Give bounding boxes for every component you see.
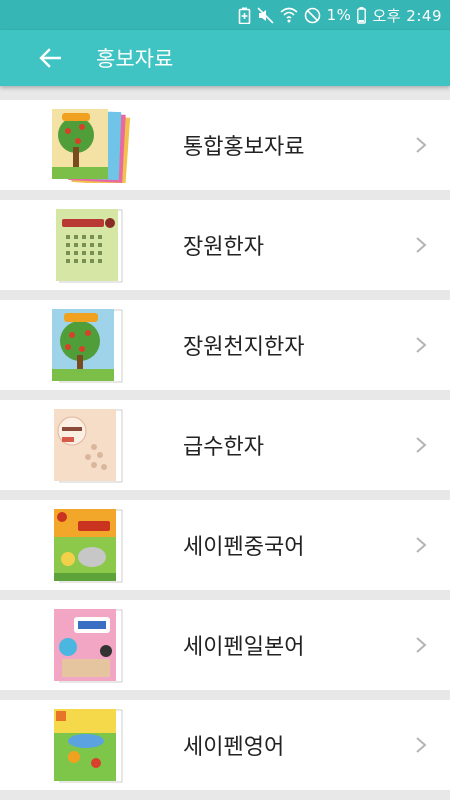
list-item[interactable]: 세이펜영어 [0,700,450,790]
wifi-icon [280,7,298,23]
item-label: 세이펜중국어 [183,535,305,560]
item-label: 급수한자 [183,435,264,460]
chevron-right-icon [416,237,427,253]
book-cover-pink-icon [54,609,123,683]
list-item[interactable]: 장원한자 [0,200,450,290]
list-item[interactable]: 급수한자 [0,400,450,490]
status-bar: 1% 오후 2:49 [0,0,450,30]
book-cover-green-icon [56,209,123,283]
book-stack-cover-icon [52,109,131,183]
mute-icon [257,6,274,24]
chevron-right-icon [416,437,427,453]
item-label: 세이펜영어 [183,735,285,760]
app-bar: 홍보자료 [0,30,450,86]
item-label: 통합홍보자료 [183,135,305,160]
chevron-right-icon [416,137,427,153]
back-button[interactable] [20,30,80,86]
arrow-back-icon [39,48,61,68]
chevron-right-icon [416,337,427,353]
chevron-right-icon [416,737,427,753]
page-title: 홍보자료 [96,47,174,71]
status-time: 오후 2:49 [372,6,442,25]
list-item[interactable]: 장원천지한자 [0,300,450,390]
battery-icon [357,6,367,24]
list-item[interactable]: 세이펜중국어 [0,500,450,590]
book-cover-orange-icon [54,509,123,583]
item-label: 장원한자 [183,235,264,260]
chevron-right-icon [416,637,427,653]
book-cover-tree-icon [52,309,123,383]
item-label: 장원천지한자 [183,335,305,360]
list-item[interactable]: 세이펜일본어 [0,600,450,690]
no-disturb-icon [304,7,321,24]
book-cover-beige-icon [54,409,123,483]
promo-list: 통합홍보자료 장원한자 장원천지한자 급수한자 세이펜중국어 세이펜일본어 세이… [0,100,450,800]
chevron-right-icon [416,537,427,553]
item-label: 세이펜일본어 [183,635,305,660]
battery-saver-icon [238,7,251,24]
list-item[interactable]: 통합홍보자료 [0,100,450,190]
book-cover-yellow-icon [54,709,123,783]
battery-percent: 1% [326,6,352,24]
